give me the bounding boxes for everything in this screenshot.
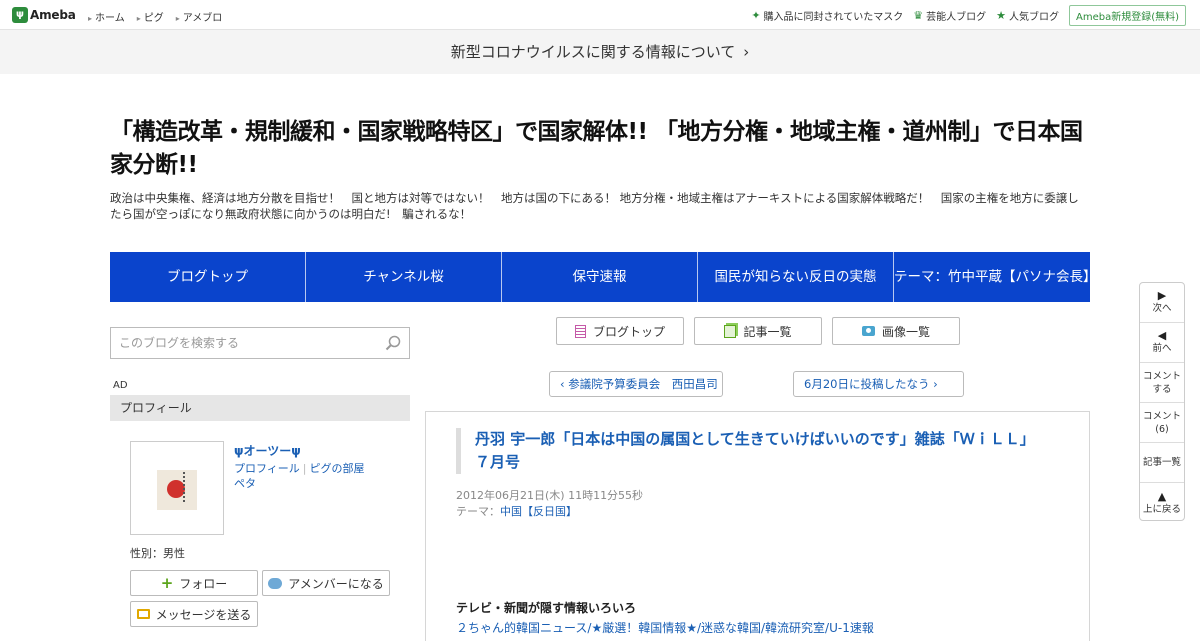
side-comment-label: コメント する: [1142, 370, 1181, 395]
covid-info-text: 新型コロナウイルスに関する情報について: [450, 43, 736, 61]
side-comment-count-button[interactable]: コメント (6): [1140, 403, 1184, 443]
chevron-right-icon: ›: [743, 43, 750, 61]
blog-nav: ブログトップ チャンネル桜 保守速報 国民が知らない反日の実態 テーマ：竹中平蔵…: [110, 252, 1090, 302]
side-prev-label: 前へ: [1152, 343, 1172, 354]
popular-blog-link[interactable]: ★ 人気ブログ: [996, 8, 1059, 23]
blog-nav-hoshu-sokuho[interactable]: 保守速報: [502, 252, 698, 302]
article-list-button[interactable]: 記事一覧: [694, 317, 822, 345]
blog-nav-top[interactable]: ブログトップ: [110, 252, 306, 302]
blog-nav-channel-sakura[interactable]: チャンネル桜: [306, 252, 502, 302]
side-comment-button[interactable]: コメント する: [1140, 363, 1184, 403]
blog-nav-theme-takenaka[interactable]: テーマ：竹中平蔵【パソナ会長】: [894, 252, 1090, 302]
global-nav-home[interactable]: ホーム: [88, 9, 125, 24]
side-prev-button[interactable]: ◀ 前へ: [1140, 323, 1184, 363]
article-links[interactable]: ２ちゃん的韓国ニュース/★厳選！韓国情報★/迷惑な韓国/韓流研究室/U-1速報: [456, 619, 874, 636]
play-right-icon: ▶: [1157, 289, 1167, 302]
blog-description: 政治は中央集権、経済は地方分散を目指せ！ 国と地方は対等ではない！ 地方は国の下…: [110, 191, 1079, 221]
sparkle-icon: ✦: [751, 9, 761, 22]
pig-room-link[interactable]: ピグの部屋: [310, 462, 365, 475]
next-article-label: 6月20日に投稿したなう: [804, 377, 930, 391]
follow-button[interactable]: + フォロー: [130, 570, 258, 596]
play-left-icon: ◀: [1157, 329, 1167, 342]
register-button[interactable]: Ameba新規登録(無料): [1068, 5, 1186, 26]
global-header-right: ✦ 購入品に同封されていたマスク ♛ 芸能人ブログ ★ 人気ブログ Ameba新…: [751, 5, 1186, 26]
article-theme: テーマ：中国【反日国】: [456, 503, 577, 519]
image-list-label: 画像一覧: [881, 324, 930, 339]
side-back-to-top-button[interactable]: ▲ 上に戻る: [1140, 483, 1184, 520]
follow-label: フォロー: [179, 576, 228, 591]
blog-search: [110, 327, 410, 359]
side-comment-count-label: コメント: [1142, 410, 1181, 422]
ad-label: AD: [113, 380, 128, 391]
side-next-button[interactable]: ▶ 次へ: [1140, 283, 1184, 323]
global-nav-ameblo[interactable]: アメブロ: [176, 9, 223, 24]
chevron-right-icon: ›: [929, 377, 938, 391]
triangle-up-icon: ▲: [1157, 489, 1167, 503]
prev-article-link[interactable]: ‹ 参議院予算委員会 西田昌司: [549, 371, 723, 397]
article-title[interactable]: 丹羽 宇一郎「日本は中国の属国として生きていけばいいのです」雑誌「ＷｉＬＬ」７月…: [456, 428, 1046, 474]
envelope-icon: [136, 609, 150, 619]
amember-button[interactable]: アメンバーになる: [262, 570, 390, 596]
send-message-label: メッセージを送る: [155, 607, 252, 622]
profile-gender: 性別：男性: [130, 547, 185, 560]
ameba-logo[interactable]: ψ Ameba: [12, 6, 76, 24]
blog-nav-anti-japan[interactable]: 国民が知らない反日の実態: [698, 252, 894, 302]
trend-link-mask[interactable]: ✦ 購入品に同封されていたマスク: [751, 8, 903, 23]
blog-title[interactable]: 「構造改革・規制緩和・国家戦略特区」で国家解体!! 「地方分権・地域主権・道州制…: [110, 116, 1090, 182]
avatar[interactable]: [130, 441, 224, 535]
side-comment-count: (6): [1155, 423, 1169, 435]
profile-link[interactable]: プロフィール: [234, 462, 300, 475]
blog-top-label: ブログトップ: [592, 324, 665, 339]
send-message-button[interactable]: メッセージを送る: [130, 601, 258, 627]
article: 丹羽 宇一郎「日本は中国の属国として生きていけばいいのです」雑誌「ＷｉＬＬ」７月…: [425, 411, 1090, 641]
blog-top-button[interactable]: ブログトップ: [556, 317, 684, 345]
peta-link[interactable]: ペタ: [234, 477, 256, 490]
article-subheading: テレビ・新聞が隠す情報いろいろ: [456, 601, 637, 615]
celebrity-blog-label: 芸能人ブログ: [926, 12, 987, 23]
blog-search-input[interactable]: [111, 328, 371, 358]
calligraphy-mark: [183, 472, 193, 502]
ameba-logo-text: Ameba: [30, 8, 76, 22]
ameba-logo-icon: ψ: [12, 7, 28, 23]
next-article-link[interactable]: 6月20日に投稿したなう ›: [793, 371, 964, 397]
article-list-label: 記事一覧: [743, 324, 792, 339]
star-icon: ★: [996, 9, 1006, 22]
global-nav: ホーム ピグ アメブロ: [88, 9, 222, 24]
plus-icon: +: [160, 574, 174, 592]
amember-label: アメンバーになる: [288, 576, 384, 591]
profile-name[interactable]: ψオーツーψ: [234, 442, 301, 459]
image-list-button[interactable]: 画像一覧: [832, 317, 960, 345]
side-article-list-button[interactable]: 記事一覧: [1140, 443, 1184, 483]
prev-article-label: 参議院予算委員会 西田昌司: [568, 377, 718, 391]
covid-info-banner[interactable]: 新型コロナウイルスに関する情報について ›: [0, 30, 1200, 74]
article-theme-label: テーマ：: [456, 505, 500, 518]
crown-icon: ♛: [913, 9, 924, 22]
floating-side-menu: ▶ 次へ ◀ 前へ コメント する コメント (6) 記事一覧 ▲ 上に戻る: [1139, 282, 1185, 521]
document-icon: [574, 324, 586, 338]
side-article-list-label: 記事一覧: [1142, 457, 1181, 468]
side-next-label: 次へ: [1152, 303, 1172, 314]
popular-blog-label: 人気ブログ: [1008, 12, 1059, 23]
side-back-to-top-label: 上に戻る: [1142, 503, 1181, 515]
global-nav-pig[interactable]: ピグ: [137, 9, 164, 24]
article-date: 2012年06月21日(木) 11時11分55秒: [456, 489, 644, 502]
camera-icon: [861, 326, 875, 336]
trend-link-mask-label: 購入品に同封されていたマスク: [763, 12, 904, 23]
search-icon[interactable]: [385, 335, 401, 351]
profile-box: ψオーツーψ プロフィール | ピグの部屋 ペタ 性別：男性 + フォロー アメンバ…: [120, 431, 400, 630]
global-header: ψ Ameba ホーム ピグ アメブロ ✦ 購入品に同封されていたマスク ♛ 芸…: [0, 0, 1200, 30]
celebrity-blog-link[interactable]: ♛ 芸能人ブログ: [913, 8, 986, 23]
speech-bubble-icon: [268, 577, 283, 589]
profile-links: プロフィール | ピグの部屋 ペタ: [234, 461, 365, 491]
profile-heading: プロフィール: [110, 395, 410, 421]
separator: |: [302, 462, 307, 475]
article-theme-link[interactable]: 中国【反日国】: [500, 505, 577, 518]
documents-icon: [724, 324, 737, 338]
